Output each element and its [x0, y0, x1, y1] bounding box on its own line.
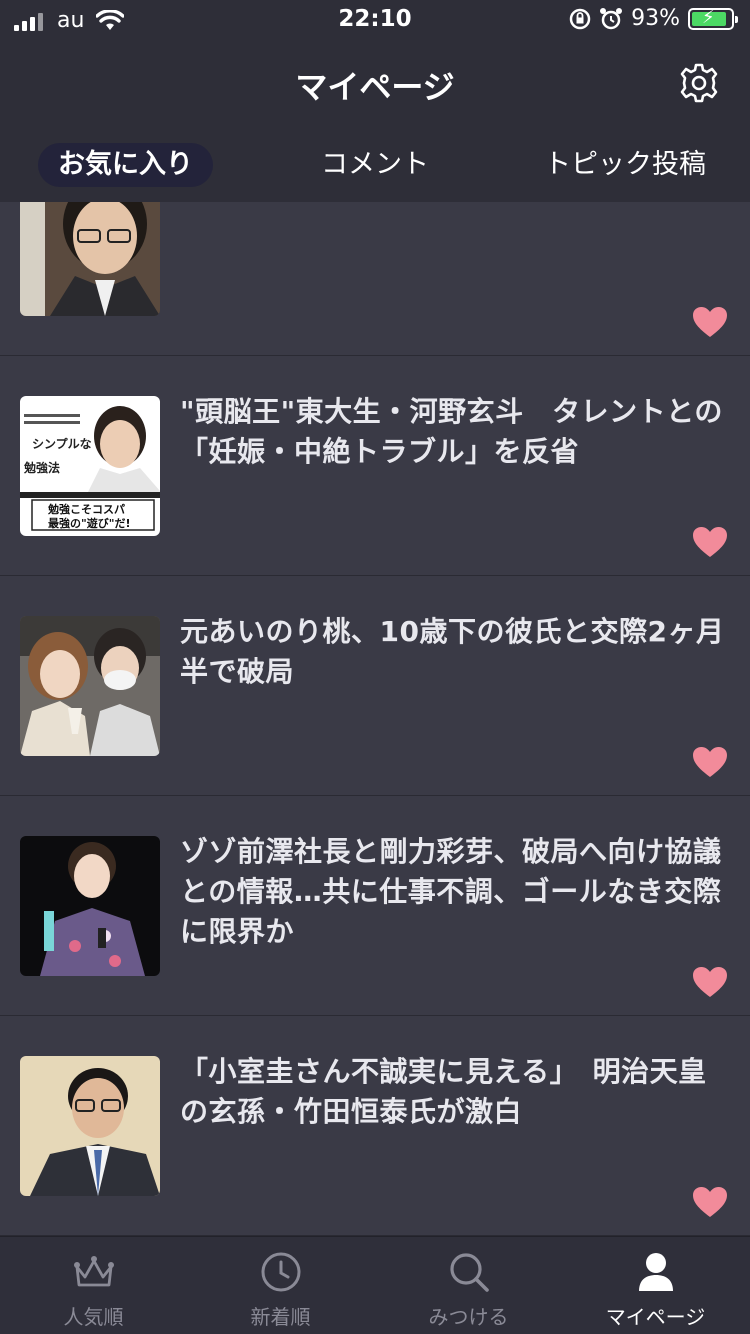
tab-discover[interactable]: みつける	[375, 1237, 562, 1334]
status-bar: au 22:10 93% ⚡	[0, 0, 750, 40]
tab-label: みつける	[428, 1305, 509, 1329]
list-item[interactable]: ゾゾ前澤社長と剛力彩芽、破局へ向け協議との情報…共に仕事不調、ゴールなき交際に限…	[0, 796, 750, 1016]
thumb-text: 最強の"遊び"だ!	[48, 516, 130, 530]
orientation-lock-icon	[569, 8, 591, 29]
thumb-text: 勉強こそコスパ	[47, 502, 125, 516]
list-item[interactable]: シンプルな 勉強法 勉強こそコスパ 最強の"遊び"だ! "頭脳王"東大生・河野玄…	[0, 356, 750, 576]
search-icon	[450, 1253, 489, 1292]
tab-popular[interactable]: 人気順	[0, 1237, 187, 1334]
article-title: 「小室圭さん不誠実に見える」 明治天皇の玄孫・竹田恒泰氏が激白	[180, 1055, 707, 1128]
list-item[interactable]	[0, 202, 750, 356]
header-area: au 22:10 93% ⚡ マイページ お気に入り コメント トピック投稿	[0, 0, 750, 202]
article-thumbnail: シンプルな 勉強法 勉強こそコスパ 最強の"遊び"だ!	[20, 396, 160, 536]
heart-icon[interactable]	[692, 1186, 728, 1218]
alarm-icon	[600, 7, 623, 29]
article-title: "頭脳王"東大生・河野玄斗 タレントとの「妊娠・中絶トラブル」を反省	[180, 395, 723, 468]
article-title: 元あいのり桃、10歳下の彼氏と交際2ヶ月半で破局	[180, 615, 725, 688]
article-thumbnail	[20, 616, 160, 756]
clock-icon	[261, 1252, 301, 1292]
list-item[interactable]: 「小室圭さん不誠実に見える」 明治天皇の玄孫・竹田恒泰氏が激白	[0, 1016, 750, 1236]
battery-percent: 93%	[631, 6, 680, 31]
heart-icon[interactable]	[692, 526, 728, 558]
thumb-text: シンプルな	[32, 436, 92, 451]
favorites-list: シンプルな 勉強法 勉強こそコスパ 最強の"遊び"だ! "頭脳王"東大生・河野玄…	[0, 202, 750, 1236]
heart-icon[interactable]	[692, 966, 728, 998]
screen: au 22:10 93% ⚡ マイページ お気に入り コメント トピック投稿 シ…	[0, 0, 750, 1334]
thumb-text: 勉強法	[23, 460, 60, 475]
tab-comments[interactable]: コメント	[290, 143, 460, 187]
segment-tabs: お気に入り コメント トピック投稿	[0, 140, 750, 190]
article-thumbnail	[20, 1056, 160, 1196]
list-item[interactable]: 元あいのり桃、10歳下の彼氏と交際2ヶ月半で破局	[0, 576, 750, 796]
bottom-tab-bar: 人気順 新着順 みつける マイページ	[0, 1236, 750, 1334]
tab-new[interactable]: 新着順	[187, 1237, 374, 1334]
tab-label: マイページ	[605, 1305, 706, 1329]
heart-icon[interactable]	[692, 746, 728, 778]
heart-icon[interactable]	[692, 306, 728, 338]
user-icon	[639, 1253, 673, 1291]
tab-topic-posts[interactable]: トピック投稿	[535, 143, 715, 187]
page-title: マイページ	[295, 68, 455, 106]
battery-icon: ⚡	[688, 7, 738, 30]
crown-icon	[74, 1256, 114, 1287]
article-title: ゾゾ前澤社長と剛力彩芽、破局へ向け協議との情報…共に仕事不調、ゴールなき交際に限…	[180, 835, 722, 948]
article-thumbnail	[20, 836, 160, 976]
tab-label: 人気順	[63, 1305, 124, 1329]
tab-label: 新着順	[250, 1305, 311, 1329]
nav-bar: マイページ	[0, 40, 750, 130]
tab-favorites[interactable]: お気に入り	[38, 143, 213, 187]
tab-mypage[interactable]: マイページ	[562, 1237, 749, 1334]
article-thumbnail	[20, 202, 160, 316]
gear-icon[interactable]	[678, 62, 720, 104]
